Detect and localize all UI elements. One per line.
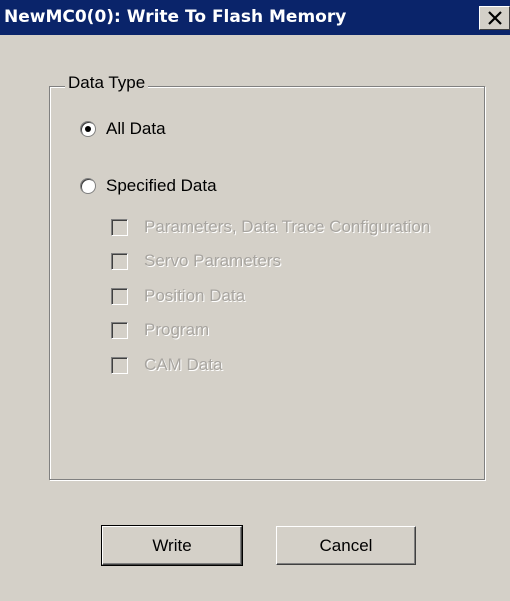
checkbox-label: Program [144, 320, 210, 339]
checkbox-box[interactable] [111, 218, 128, 236]
checkbox-label: Position Data [144, 286, 246, 305]
data-type-groupbox [49, 86, 485, 480]
checkbox-label: Servo Parameters [144, 251, 281, 270]
checkbox-label: Parameters, Data Trace Configuration [144, 217, 431, 236]
radio-all-data[interactable]: All Data [80, 117, 166, 141]
checkbox-position-data[interactable]: Position Data [111, 285, 245, 307]
checkbox-program[interactable]: Program [111, 319, 209, 341]
checkbox-box[interactable] [111, 356, 128, 374]
radio-button-checked[interactable] [80, 121, 96, 137]
close-icon [488, 11, 502, 25]
radio-label-all-data: All Data [106, 119, 166, 138]
checkbox-cam-data[interactable]: CAM Data [111, 354, 222, 376]
checkbox-box[interactable] [111, 252, 128, 270]
radio-button-unchecked[interactable] [80, 178, 96, 194]
window-title: NewMC0(0): Write To Flash Memory [4, 7, 347, 27]
write-button[interactable]: Write [101, 525, 243, 566]
group-label: Data Type [65, 72, 149, 94]
checkbox-box[interactable] [111, 287, 128, 305]
radio-specified-data[interactable]: Specified Data [80, 174, 217, 198]
radio-label-specified-data: Specified Data [106, 176, 217, 195]
title-bar[interactable]: NewMC0(0): Write To Flash Memory [0, 0, 510, 35]
checkbox-servo-parameters[interactable]: Servo Parameters [111, 250, 281, 272]
close-button[interactable] [479, 6, 510, 30]
checkbox-parameters[interactable]: Parameters, Data Trace Configuration [111, 216, 430, 238]
cancel-button[interactable]: Cancel [276, 526, 416, 565]
checkbox-box[interactable] [111, 321, 128, 339]
checkbox-label: CAM Data [144, 355, 223, 374]
